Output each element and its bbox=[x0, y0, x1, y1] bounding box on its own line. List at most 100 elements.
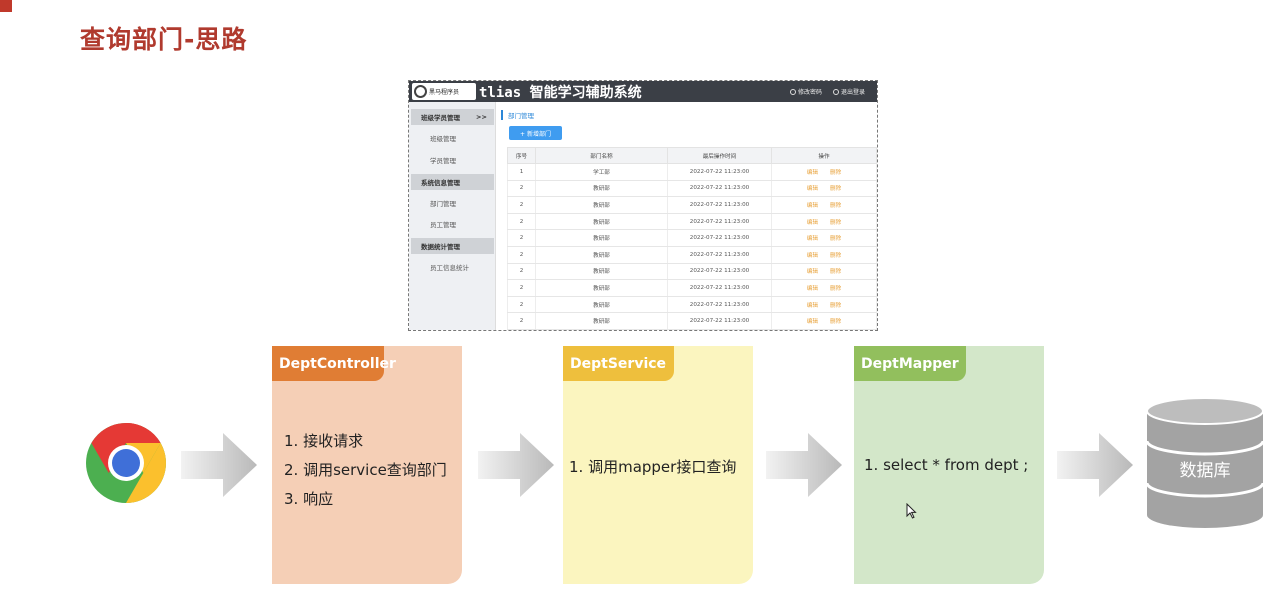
sidebar-group-system[interactable]: 系统信息管理 bbox=[411, 174, 494, 190]
cell-name: 教研部 bbox=[535, 196, 668, 214]
col-index: 序号 bbox=[507, 147, 536, 164]
edit-link[interactable]: 编辑 bbox=[807, 286, 818, 292]
cell-time: 2022-07-22 11:23:00 bbox=[667, 246, 772, 264]
app-screenshot: 黑马程序员 tlias 智能学习辅助系统 修改密码 退出登录 班级学员管理 >> … bbox=[408, 80, 878, 331]
logo-icon bbox=[414, 85, 427, 98]
breadcrumb: 部门管理 bbox=[501, 110, 534, 120]
sidebar-group-class-student[interactable]: 班级学员管理 >> bbox=[411, 109, 494, 125]
sidebar-item-student[interactable]: 学员管理 bbox=[430, 155, 456, 165]
cell-name: 教研部 bbox=[535, 180, 668, 198]
delete-link[interactable]: 删除 bbox=[830, 303, 841, 309]
cell-index: 2 bbox=[507, 196, 536, 214]
sidebar-item-emp-stats[interactable]: 员工信息统计 bbox=[430, 262, 469, 272]
cell-name: 教研部 bbox=[535, 279, 668, 297]
cell-time: 2022-07-22 11:23:00 bbox=[667, 263, 772, 281]
table-row: 2 教研部 2022-07-22 11:23:00 编辑 删除 bbox=[507, 263, 877, 281]
delete-link[interactable]: 删除 bbox=[830, 220, 841, 226]
app-main: 部门管理 + 新增部门 序号 部门名称 最后操作时间 操作 1 学工部 2022-0… bbox=[501, 102, 877, 330]
table-row: 2 教研部 2022-07-22 11:23:00 编辑 删除 bbox=[507, 180, 877, 198]
cell-time: 2022-07-22 11:23:00 bbox=[667, 229, 772, 247]
cell-index: 2 bbox=[507, 263, 536, 281]
mapper-tag: DeptMapper bbox=[854, 346, 966, 381]
corner-mark bbox=[0, 0, 12, 12]
edit-link[interactable]: 编辑 bbox=[807, 186, 818, 192]
cell-time: 2022-07-22 11:23:00 bbox=[667, 196, 772, 214]
slide-title: 查询部门-思路 bbox=[80, 25, 248, 54]
cell-actions: 编辑 删除 bbox=[771, 296, 877, 314]
cell-actions: 编辑 删除 bbox=[771, 196, 877, 214]
edit-link[interactable]: 编辑 bbox=[807, 303, 818, 309]
add-dept-button[interactable]: + 新增部门 bbox=[509, 126, 562, 140]
mapper-steps: 1. select * from dept ; bbox=[864, 456, 1028, 474]
delete-link[interactable]: 删除 bbox=[830, 319, 841, 325]
controller-tag: DeptController bbox=[272, 346, 396, 381]
cell-name: 教研部 bbox=[535, 213, 668, 231]
edit-link[interactable]: 编辑 bbox=[807, 319, 818, 325]
table-row: 2 教研部 2022-07-22 11:23:00 编辑 删除 bbox=[507, 279, 877, 297]
edit-link[interactable]: 编辑 bbox=[807, 253, 818, 259]
cell-index: 2 bbox=[507, 246, 536, 264]
sidebar-item-dept[interactable]: 部门管理 bbox=[430, 198, 456, 208]
controller-steps: 1. 接收请求 2. 调用service查询部门 3. 响应 bbox=[284, 430, 447, 517]
cell-actions: 编辑 删除 bbox=[771, 263, 877, 281]
edit-link[interactable]: 编辑 bbox=[807, 220, 818, 226]
arrow-icon bbox=[181, 433, 257, 497]
table-row: 2 教研部 2022-07-22 11:23:00 编辑 删除 bbox=[507, 229, 877, 247]
logout-label: 退出登录 bbox=[841, 89, 866, 96]
edit-link[interactable]: 编辑 bbox=[807, 203, 818, 209]
slide: 查询部门-思路 黑马程序员 tlias 智能学习辅助系统 修改密码 退出登录 班… bbox=[0, 0, 1287, 595]
change-password-link[interactable]: 修改密码 bbox=[790, 87, 822, 96]
arrow-icon bbox=[1057, 433, 1133, 497]
service-step: 1. 调用mapper接口查询 bbox=[569, 458, 737, 476]
dept-table: 序号 部门名称 最后操作时间 操作 1 学工部 2022-07-22 11:23:0… bbox=[507, 147, 877, 330]
database-label: 数据库 bbox=[1179, 461, 1231, 481]
table-row: 2 教研部 2022-07-22 11:23:00 编辑 删除 bbox=[507, 296, 877, 314]
controller-card: DeptController 1. 接收请求 2. 调用service查询部门 … bbox=[272, 346, 462, 584]
cell-index: 2 bbox=[507, 312, 536, 330]
cell-name: 教研部 bbox=[535, 312, 668, 330]
cell-name: 教研部 bbox=[535, 296, 668, 314]
mapper-card: DeptMapper 1. select * from dept ; bbox=[854, 346, 1044, 584]
logout-link[interactable]: 退出登录 bbox=[833, 87, 865, 96]
arrow-icon bbox=[478, 433, 554, 497]
delete-link[interactable]: 删除 bbox=[830, 269, 841, 275]
table-row: 2 教研部 2022-07-22 11:23:00 编辑 删除 bbox=[507, 312, 877, 330]
table-row: 2 教研部 2022-07-22 11:23:00 编辑 删除 bbox=[507, 246, 877, 264]
app-header: 黑马程序员 tlias 智能学习辅助系统 修改密码 退出登录 bbox=[409, 81, 877, 102]
edit-link[interactable]: 编辑 bbox=[807, 170, 818, 176]
service-tag: DeptService bbox=[563, 346, 674, 381]
delete-link[interactable]: 删除 bbox=[830, 170, 841, 176]
delete-link[interactable]: 删除 bbox=[830, 203, 841, 209]
controller-step: 3. 响应 bbox=[284, 490, 334, 508]
cell-name: 教研部 bbox=[535, 263, 668, 281]
cell-actions: 编辑 删除 bbox=[771, 279, 877, 297]
sidebar-group-stats[interactable]: 数据统计管理 bbox=[411, 238, 494, 254]
table-row: 1 学工部 2022-07-22 11:23:00 编辑 删除 bbox=[507, 163, 877, 181]
delete-link[interactable]: 删除 bbox=[830, 236, 841, 242]
cell-index: 2 bbox=[507, 229, 536, 247]
arrow-icon bbox=[766, 433, 842, 497]
sidebar-item-class[interactable]: 班级管理 bbox=[430, 133, 456, 143]
col-time: 最后操作时间 bbox=[667, 147, 772, 164]
app-logo: 黑马程序员 bbox=[412, 83, 476, 100]
cell-name: 教研部 bbox=[535, 229, 668, 247]
cell-time: 2022-07-22 11:23:00 bbox=[667, 296, 772, 314]
table-row: 2 教研部 2022-07-22 11:23:00 编辑 删除 bbox=[507, 213, 877, 231]
change-password-label: 修改密码 bbox=[798, 89, 823, 96]
delete-link[interactable]: 删除 bbox=[830, 186, 841, 192]
chrome-icon bbox=[86, 423, 166, 503]
table-body: 1 学工部 2022-07-22 11:23:00 编辑 删除 2 教研部 2022-07-2… bbox=[507, 163, 877, 330]
edit-link[interactable]: 编辑 bbox=[807, 269, 818, 275]
sidebar-group-label: 系统信息管理 bbox=[421, 179, 460, 187]
sidebar-item-emp[interactable]: 员工管理 bbox=[430, 219, 456, 229]
col-name: 部门名称 bbox=[535, 147, 668, 164]
app-system-title: tlias 智能学习辅助系统 bbox=[479, 85, 642, 101]
service-steps: 1. 调用mapper接口查询 bbox=[569, 456, 736, 477]
delete-link[interactable]: 删除 bbox=[830, 286, 841, 292]
delete-link[interactable]: 删除 bbox=[830, 253, 841, 259]
cell-actions: 编辑 删除 bbox=[771, 312, 877, 330]
cell-actions: 编辑 删除 bbox=[771, 213, 877, 231]
sidebar-group-label: 班级学员管理 bbox=[421, 114, 460, 122]
edit-link[interactable]: 编辑 bbox=[807, 236, 818, 242]
cell-actions: 编辑 删除 bbox=[771, 180, 877, 198]
